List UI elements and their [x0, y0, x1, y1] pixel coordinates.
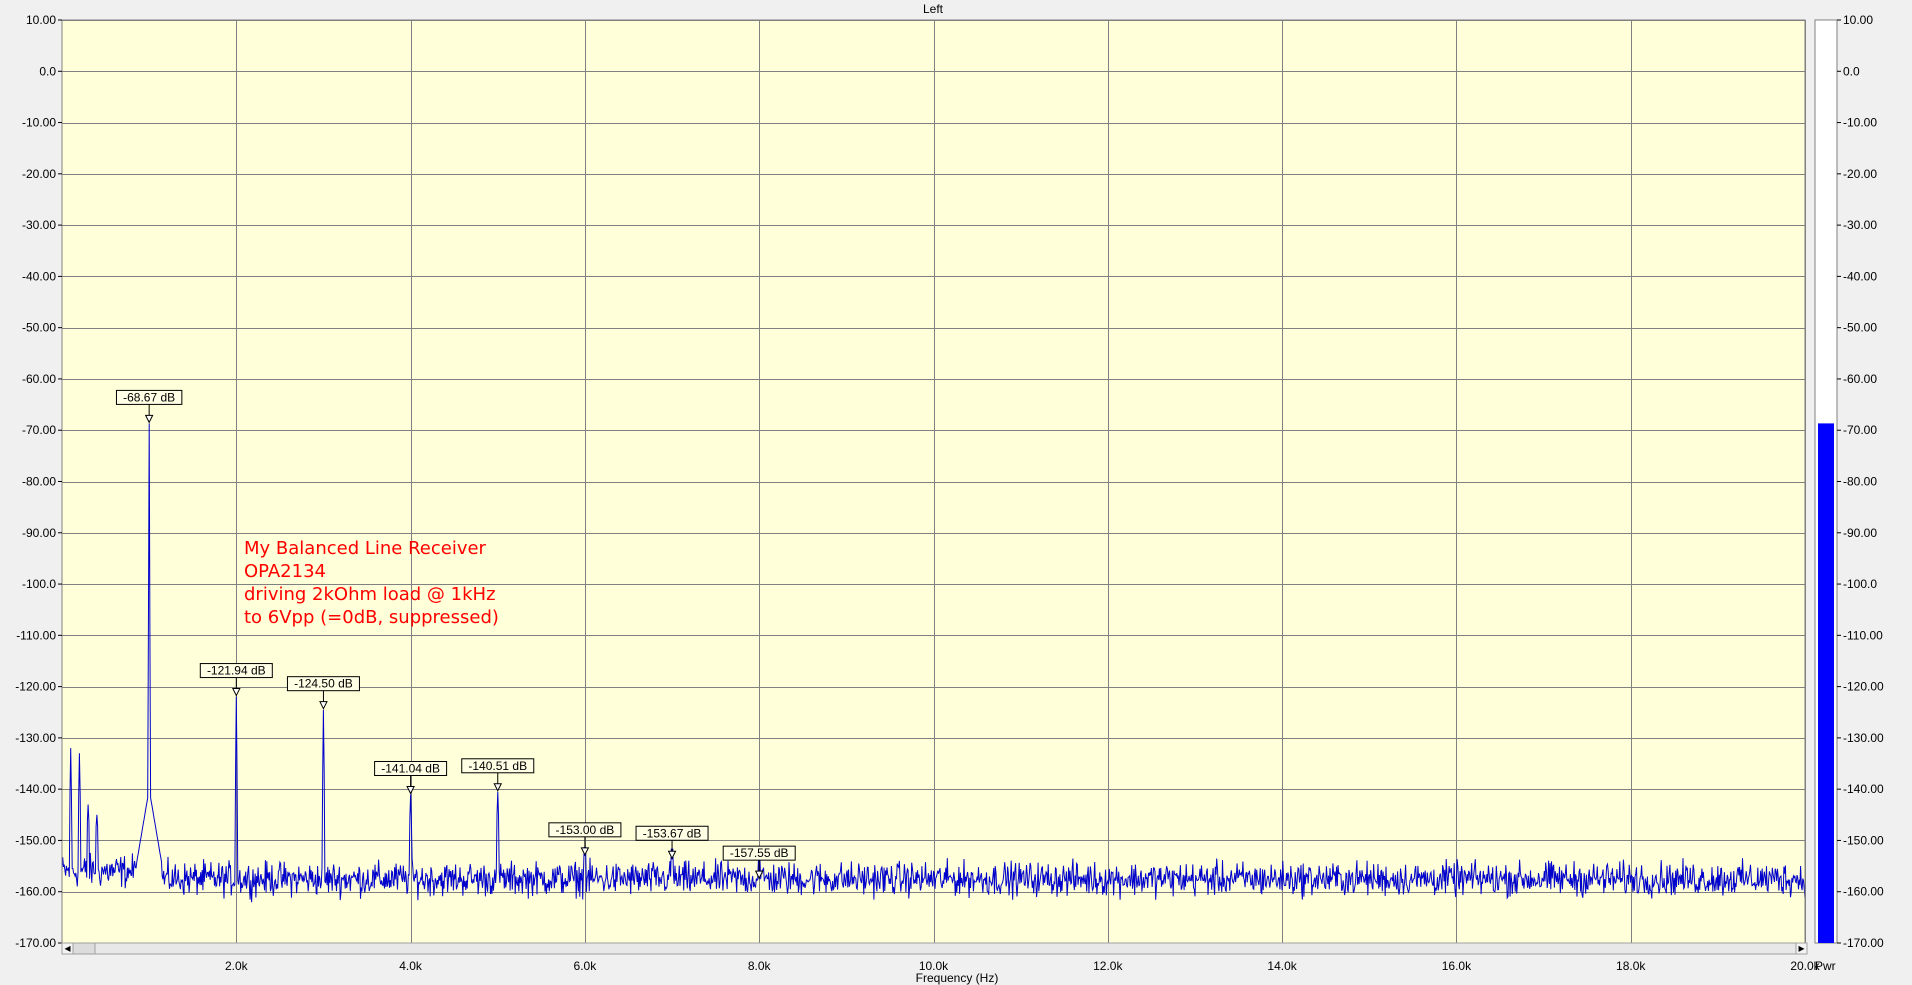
annotation-label: -121.94 dB	[207, 664, 266, 678]
y-tick-label: -170.00	[15, 936, 56, 950]
x-tick-label: 8.0k	[748, 959, 772, 973]
annotation-label: -124.50 dB	[294, 677, 353, 691]
y-tick-label: -130.00	[15, 731, 56, 745]
meter-tick-label: -20.00	[1843, 167, 1877, 181]
x-tick-label: 14.0k	[1267, 959, 1297, 973]
meter-tick-label: -50.00	[1843, 321, 1877, 335]
y-tick-label: -60.00	[22, 372, 56, 386]
y-tick-label: -70.00	[22, 423, 56, 437]
y-tick-label: -50.00	[22, 321, 56, 335]
scrollbar-track[interactable]	[61, 942, 1808, 955]
meter-tick-label: -130.00	[1843, 731, 1884, 745]
chevron-left-icon: ◂	[64, 941, 70, 955]
power-meter-ticks: 10.00 0.0 -10.00 -20.00 -30.00 -40.00 -50.00 -6…	[1837, 13, 1884, 950]
meter-tick-label: -110.00	[1843, 628, 1883, 642]
meter-tick-label: -160.00	[1843, 885, 1884, 899]
annotation-label: -153.00 dB	[556, 823, 615, 837]
plot-background	[62, 20, 1805, 943]
scrollbar-thumb[interactable]	[72, 942, 96, 955]
y-tick-label: -110.00	[16, 628, 56, 642]
power-meter: 10.00 0.0 -10.00 -20.00 -30.00 -40.00 -50.00 -6…	[1814, 13, 1884, 973]
chart-title: Left	[923, 2, 944, 16]
horizontal-scrollbar[interactable]: ◂ ▸	[61, 941, 1808, 955]
note-line-3: driving 2kOhm load @ 1kHz	[244, 584, 496, 605]
y-tick-label: -150.00	[15, 833, 56, 847]
meter-tick-label: -140.00	[1843, 782, 1884, 796]
y-tick-label: -30.00	[22, 218, 56, 232]
y-axis-ticks: 10.00 0.0 -10.00 -20.00 -30.00 -40.00 -50.00 -6…	[15, 13, 62, 950]
chevron-right-icon: ▸	[1798, 941, 1804, 955]
meter-tick-label: 10.00	[1843, 13, 1873, 27]
meter-tick-label: -100.0	[1843, 577, 1877, 591]
annotation-label: -157.55 dB	[730, 846, 789, 860]
meter-tick-label: -80.00	[1843, 475, 1877, 489]
note-line-4: to 6Vpp (=0dB, suppressed)	[244, 607, 499, 628]
x-tick-label: 16.0k	[1442, 959, 1472, 973]
annotation-label: -153.67 dB	[643, 826, 702, 840]
annotation-label: -141.04 dB	[381, 761, 440, 775]
y-tick-label: 10.00	[26, 13, 56, 27]
meter-tick-label: -170.00	[1843, 936, 1884, 950]
power-meter-bar	[1818, 423, 1834, 943]
x-tick-label: 6.0k	[574, 959, 598, 973]
meter-tick-label: -40.00	[1843, 269, 1877, 283]
y-tick-label: -90.00	[22, 526, 56, 540]
y-tick-label: -140.00	[15, 782, 56, 796]
x-tick-label: 2.0k	[225, 959, 249, 973]
plot-area[interactable]: -68.67 dB -121.94 dB -124.50 dB -141.04 dB -…	[61, 19, 1806, 944]
x-tick-label: 18.0k	[1616, 959, 1646, 973]
power-meter-label: Pwr	[1815, 959, 1836, 973]
meter-tick-label: -30.00	[1843, 218, 1877, 232]
meter-tick-label: -90.00	[1843, 526, 1877, 540]
meter-tick-label: 0.0	[1843, 64, 1860, 78]
note-line-1: My Balanced Line Receiver	[244, 538, 487, 559]
y-tick-label: -80.00	[22, 475, 56, 489]
meter-tick-label: -60.00	[1843, 372, 1877, 386]
x-tick-label: 12.0k	[1093, 959, 1123, 973]
y-tick-label: -20.00	[22, 167, 56, 181]
meter-tick-label: -150.00	[1843, 833, 1884, 847]
y-tick-label: -10.00	[22, 116, 56, 130]
meter-tick-label: -120.00	[1843, 680, 1884, 694]
x-tick-label: 4.0k	[399, 959, 423, 973]
annotation-label: -140.51 dB	[468, 759, 527, 773]
y-tick-label: -40.00	[22, 269, 56, 283]
y-tick-label: -120.00	[15, 680, 56, 694]
note-line-2: OPA2134	[244, 561, 326, 582]
y-tick-label: 0.0	[39, 64, 56, 78]
meter-tick-label: -70.00	[1843, 423, 1877, 437]
spectrum-window: Left -68.67 dB -121.94 dB -124.50 dB -141.0…	[15, 2, 1884, 985]
annotation-label: -68.67 dB	[123, 390, 175, 404]
y-tick-label: -100.0	[22, 577, 56, 591]
meter-tick-label: -10.00	[1843, 116, 1877, 130]
y-tick-label: -160.00	[15, 885, 56, 899]
x-axis-label: Frequency (Hz)	[916, 971, 999, 985]
